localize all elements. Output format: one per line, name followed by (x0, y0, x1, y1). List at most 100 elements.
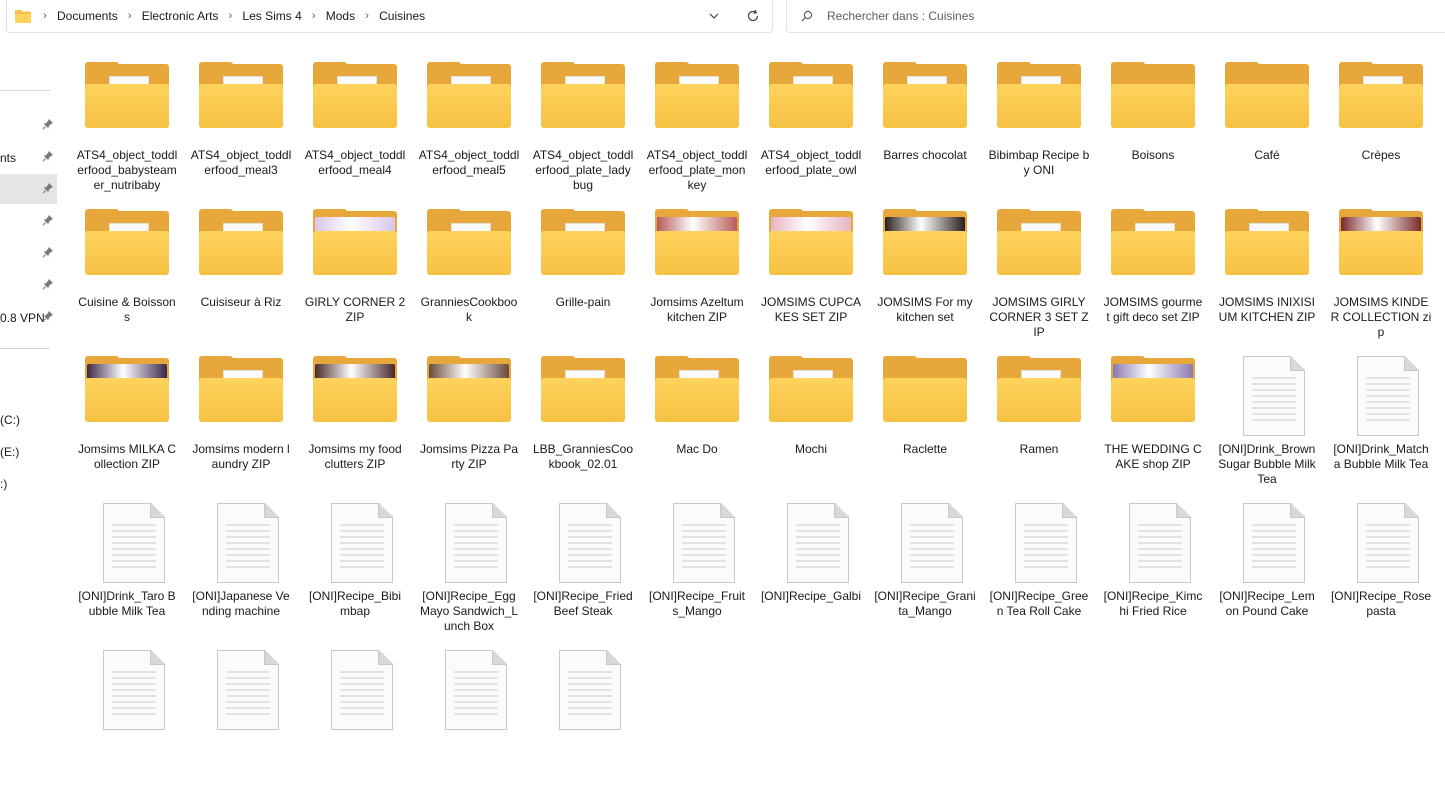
nav-drive-item[interactable]: (C:) (0, 404, 57, 434)
folder-item[interactable]: ATS4_object_toddlerfood_plate_ladybug (526, 50, 640, 197)
folder-item[interactable]: JOMSIMS gourmet gift deco set ZIP (1096, 197, 1210, 344)
file-item[interactable]: [ONI]Recipe_Egg Mayo Sandwich_Lunch Box (412, 491, 526, 638)
folder-item[interactable]: Raclette (868, 344, 982, 491)
file-item[interactable]: [ONI]Recipe_Kimchi Fried Rice (1096, 491, 1210, 638)
chevron-down-icon[interactable] (708, 10, 720, 22)
folder-icon (425, 209, 513, 279)
chevron-right-icon[interactable]: › (304, 10, 324, 22)
folder-item[interactable]: Jomsims Azeltum kitchen ZIP (640, 197, 754, 344)
nav-quick-access-item[interactable] (0, 174, 57, 204)
folder-icon (767, 209, 855, 279)
chevron-right-icon[interactable]: › (120, 10, 140, 22)
folder-item[interactable]: Grille-pain (526, 197, 640, 344)
file-icon (1223, 356, 1311, 436)
folder-item[interactable]: Barres chocolat (868, 50, 982, 197)
chevron-right-icon[interactable]: › (357, 10, 377, 22)
item-name: [ONI]Recipe_Kimchi Fried Rice (1103, 589, 1203, 618)
breadcrumb-item[interactable]: Documents (55, 9, 120, 23)
folder-item[interactable]: JOMSIMS KINDER COLLECTION zip (1324, 197, 1438, 344)
breadcrumb-item[interactable]: Electronic Arts (140, 9, 221, 23)
item-name: JOMSIMS For my kitchen set (877, 295, 973, 324)
folder-icon (995, 209, 1083, 279)
file-item[interactable]: [ONI]Recipe_Green Tea Roll Cake (982, 491, 1096, 638)
file-item[interactable] (526, 638, 640, 785)
folder-item[interactable]: THE WEDDING CAKE shop ZIP (1096, 344, 1210, 491)
address-bar[interactable]: › Documents › Electronic Arts › Les Sims 4 › Mo… (6, 0, 773, 33)
nav-quick-access-item[interactable] (0, 206, 57, 236)
file-item[interactable] (184, 638, 298, 785)
folder-icon (425, 62, 513, 132)
folder-item[interactable]: Jomsims my food clutters ZIP (298, 344, 412, 491)
file-item[interactable]: [ONI]Japanese Vending machine (184, 491, 298, 638)
nav-quick-access-item[interactable] (0, 238, 57, 268)
nav-quick-access-item[interactable]: 0.8 VPN (0, 302, 57, 332)
file-item[interactable]: [ONI]Recipe_Granita_Mango (868, 491, 982, 638)
items-grid: ATS4_object_toddlerfood_babysteamer_nutr… (70, 50, 1445, 785)
chevron-right-icon[interactable]: › (35, 10, 55, 22)
search-icon (801, 10, 813, 22)
folder-item[interactable]: Mac Do (640, 344, 754, 491)
folder-item[interactable]: GIRLY CORNER 2 ZIP (298, 197, 412, 344)
nav-drive-item[interactable]: :) (0, 468, 57, 498)
breadcrumb-item[interactable]: Cuisines (377, 9, 427, 23)
nav-quick-access-item[interactable] (0, 270, 57, 300)
file-item[interactable]: [ONI]Recipe_Rose pasta (1324, 491, 1438, 638)
refresh-icon[interactable] (746, 9, 760, 23)
folder-item[interactable]: Crèpes (1324, 50, 1438, 197)
folder-item[interactable]: ATS4_object_toddlerfood_meal3 (184, 50, 298, 197)
folder-item[interactable]: Jomsims Pizza Party ZIP (412, 344, 526, 491)
folder-icon (1109, 62, 1197, 132)
nav-drive-item[interactable]: (E:) (0, 436, 57, 466)
folder-item[interactable]: Bibimbap Recipe by ONI (982, 50, 1096, 197)
item-name: [ONI]Recipe_Galbi (760, 589, 862, 603)
folder-item[interactable]: JOMSIMS GIRLY CORNER 3 SET ZIP (982, 197, 1096, 344)
file-item[interactable]: [ONI]Recipe_Galbi (754, 491, 868, 638)
file-item[interactable] (70, 638, 184, 785)
file-item[interactable]: [ONI]Recipe_Lemon Pound Cake (1210, 491, 1324, 638)
folder-icon (15, 9, 31, 23)
folder-item[interactable]: GranniesCookbook (412, 197, 526, 344)
folder-item[interactable]: Café (1210, 50, 1324, 197)
folder-item[interactable]: Jomsims modern laundry ZIP (184, 344, 298, 491)
folder-item[interactable]: ATS4_object_toddlerfood_meal4 (298, 50, 412, 197)
nav-quick-access-item[interactable]: nts (0, 142, 57, 172)
folder-item[interactable]: Mochi (754, 344, 868, 491)
folder-icon (881, 62, 969, 132)
file-item[interactable]: [ONI]Drink_Matcha Bubble Milk Tea (1324, 344, 1438, 491)
file-item[interactable] (412, 638, 526, 785)
item-name: Bibimbap Recipe by ONI (988, 148, 1090, 177)
file-item[interactable]: [ONI]Recipe_Fruits_Mango (640, 491, 754, 638)
folder-item[interactable]: Boisons (1096, 50, 1210, 197)
folder-item[interactable]: JOMSIMS For my kitchen set (868, 197, 982, 344)
search-placeholder[interactable]: Rechercher dans : Cuisines (827, 9, 974, 23)
file-icon (311, 503, 399, 583)
chevron-right-icon[interactable]: › (220, 10, 240, 22)
folder-item[interactable]: ATS4_object_toddlerfood_plate_monkey (640, 50, 754, 197)
file-item[interactable]: [ONI]Recipe_Fried Beef Steak (526, 491, 640, 638)
folder-item[interactable]: Ramen (982, 344, 1096, 491)
folder-item[interactable]: Jomsims MILKA Collection ZIP (70, 344, 184, 491)
pin-icon (42, 215, 53, 226)
folder-item[interactable]: JOMSIMS CUPCAKES SET ZIP (754, 197, 868, 344)
folder-item[interactable]: Cuisiseur à Riz (184, 197, 298, 344)
search-box[interactable]: Rechercher dans : Cuisines (786, 0, 1445, 33)
folder-item[interactable]: Cuisine & Boissons (70, 197, 184, 344)
file-item[interactable]: [ONI]Recipe_Bibimbap (298, 491, 412, 638)
folder-item[interactable]: ATS4_object_toddlerfood_meal5 (412, 50, 526, 197)
nav-divider (0, 348, 50, 349)
folder-item[interactable]: ATS4_object_toddlerfood_babysteamer_nutr… (70, 50, 184, 197)
folder-item[interactable]: ATS4_object_toddlerfood_plate_owl (754, 50, 868, 197)
nav-quick-access-item[interactable] (0, 110, 57, 140)
folder-item[interactable]: JOMSIMS INIXISIUM KITCHEN ZIP (1210, 197, 1324, 344)
pin-icon (42, 183, 53, 194)
file-item[interactable]: [ONI]Drink_Brown Sugar Bubble Milk Tea (1210, 344, 1324, 491)
file-icon (995, 503, 1083, 583)
breadcrumb-item[interactable]: Mods (324, 9, 357, 23)
folder-icon (539, 356, 627, 426)
item-name: ATS4_object_toddlerfood_meal3 (190, 148, 292, 177)
file-item[interactable] (298, 638, 412, 785)
folder-item[interactable]: LBB_GranniesCookbook_02.01 (526, 344, 640, 491)
nav-item-label: nts (0, 151, 17, 165)
breadcrumb-item[interactable]: Les Sims 4 (240, 9, 303, 23)
file-item[interactable]: [ONI]Drink_Taro Bubble Milk Tea (70, 491, 184, 638)
